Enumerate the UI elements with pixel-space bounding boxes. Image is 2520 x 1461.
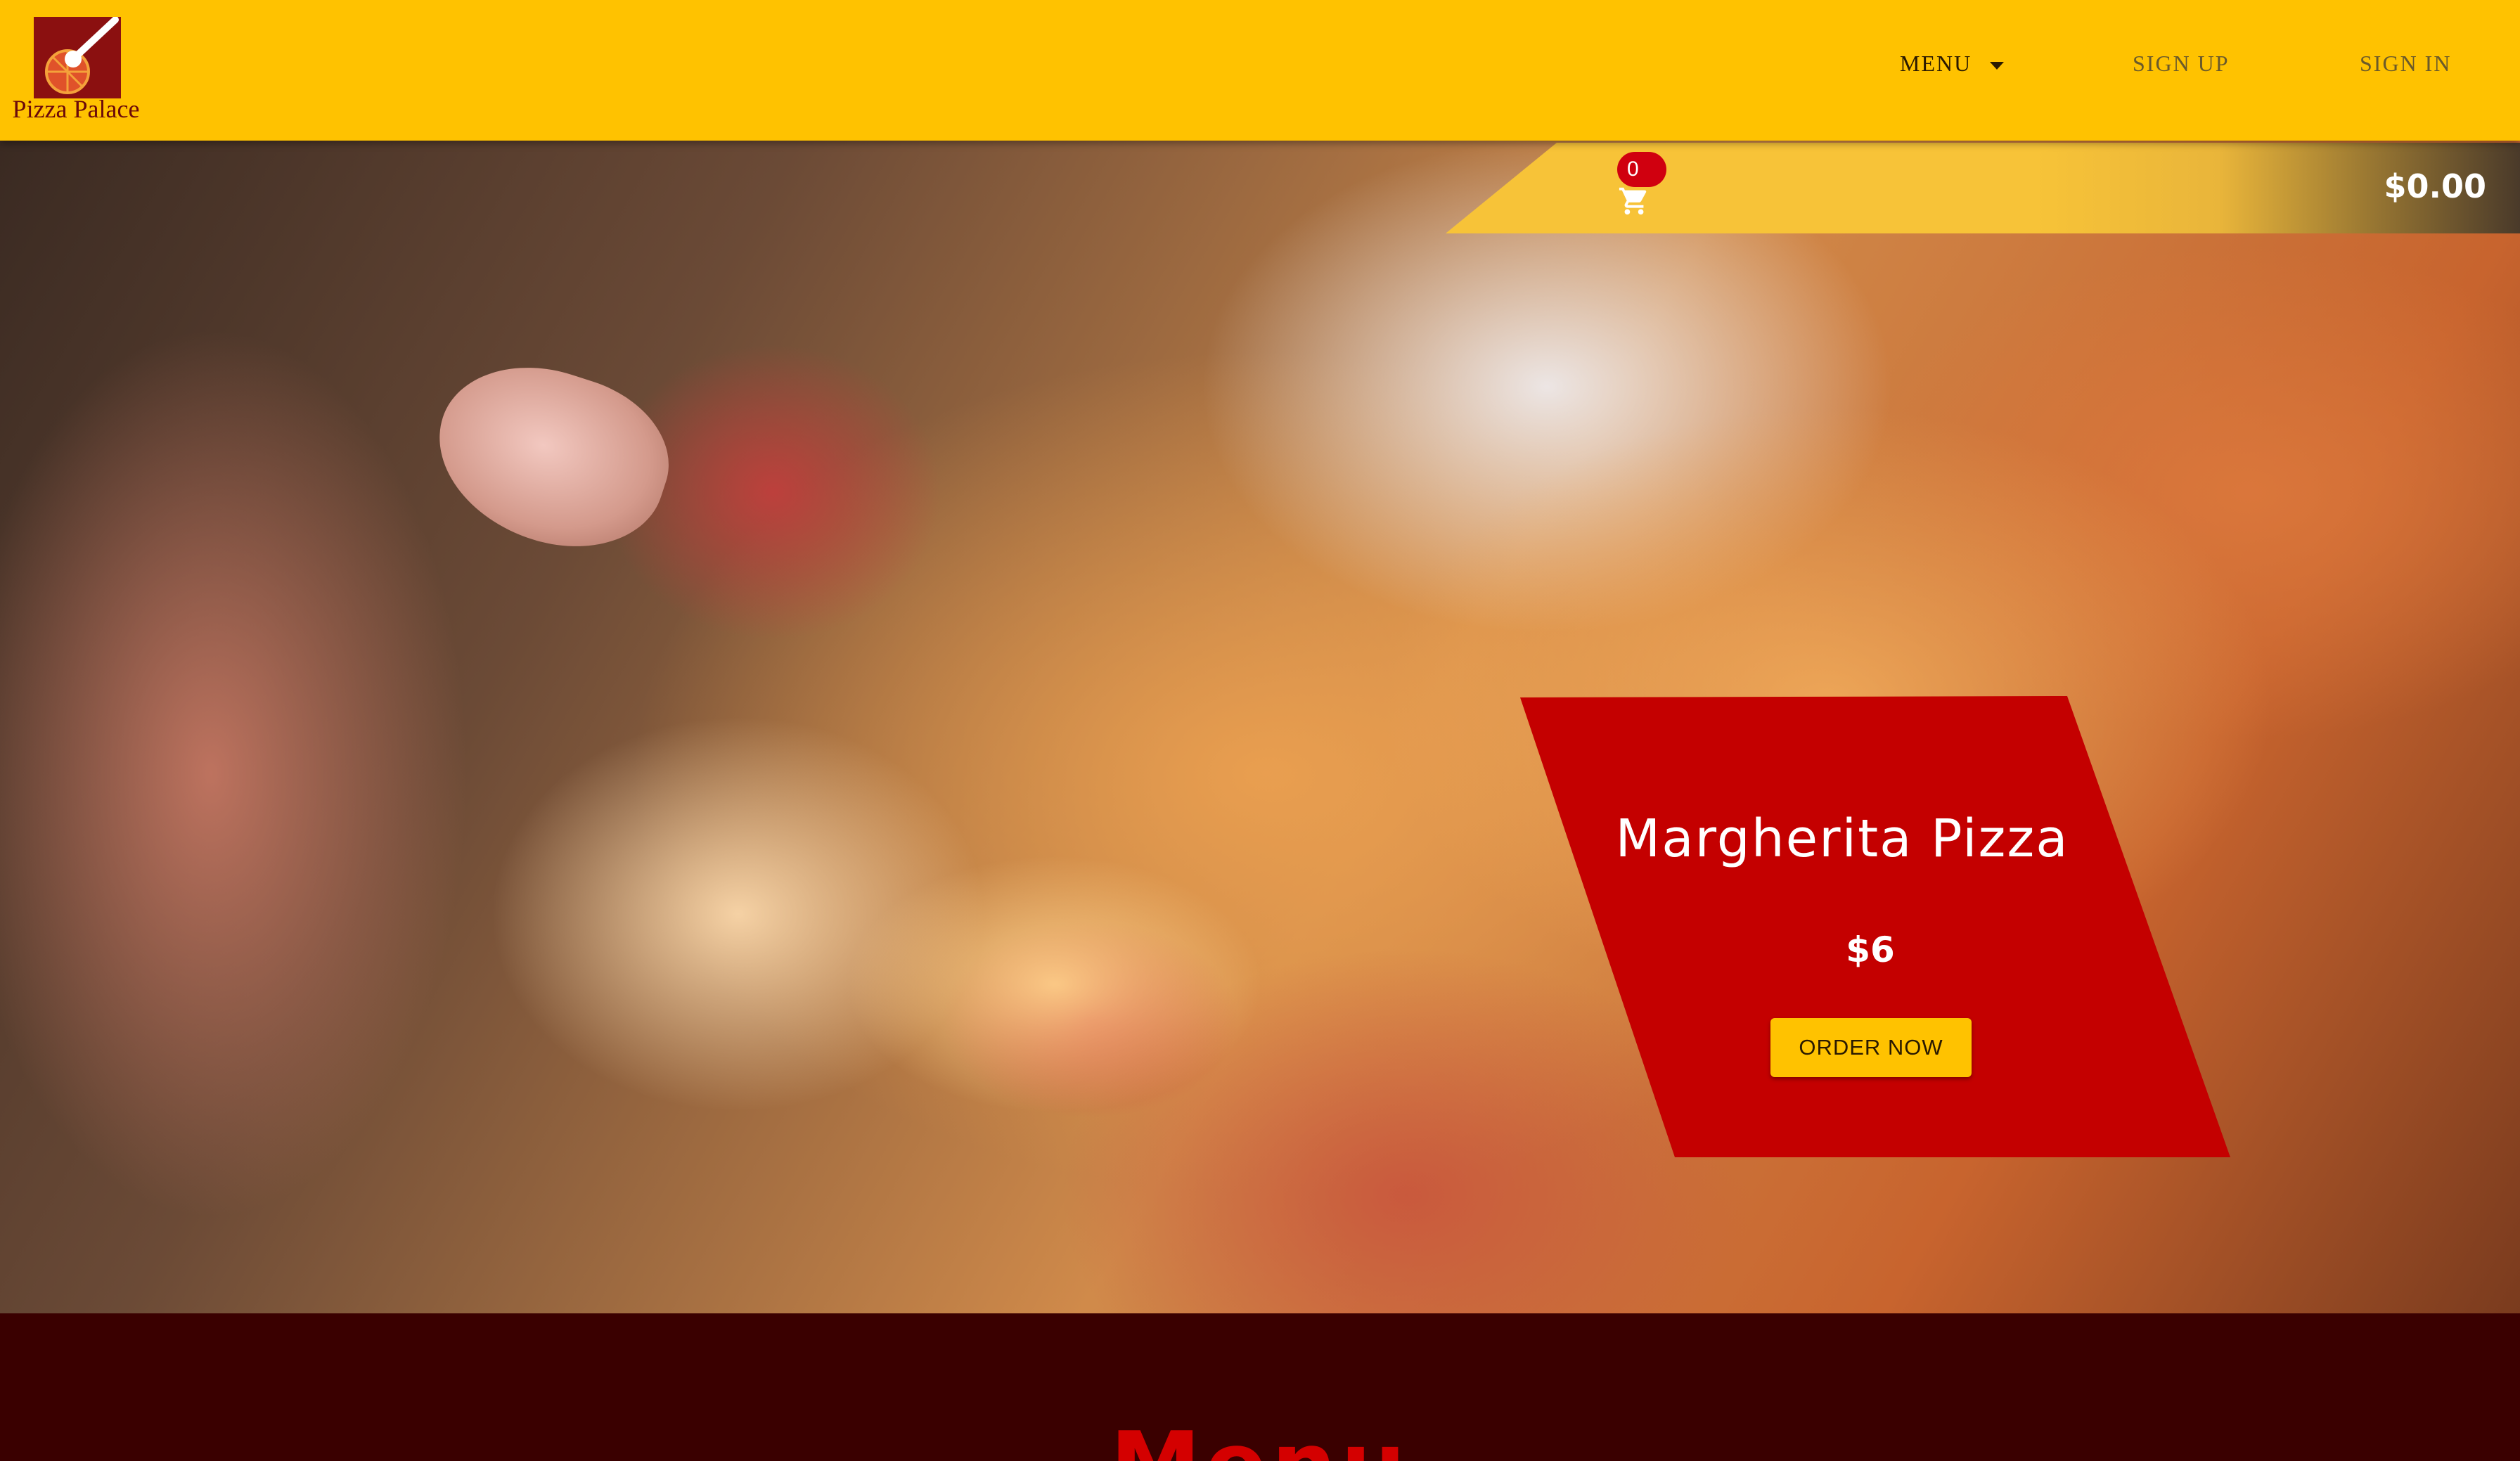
- cart-count-badge: 0: [1617, 152, 1666, 187]
- menu-heading: Menu: [0, 1412, 2520, 1461]
- nav-menu-dropdown[interactable]: MENU: [1900, 51, 2005, 77]
- nav-signup-label: SIGN UP: [2133, 51, 2230, 76]
- promo-price: $6: [1846, 929, 1895, 970]
- nav-menu-label: MENU: [1900, 51, 1972, 76]
- caret-down-icon: [1990, 62, 2005, 70]
- brand-logo[interactable]: Pizza Palace: [7, 11, 145, 129]
- cart-count: 0: [1627, 157, 1639, 181]
- cart-total: $0.00: [2384, 167, 2486, 205]
- hero-thumb-decoration: [415, 340, 689, 574]
- top-navbar: Pizza Palace MENU SIGN UP SIGN IN: [0, 0, 2520, 141]
- pizza-cutter-icon: [34, 17, 121, 98]
- nav-signin-link[interactable]: SIGN IN: [2360, 51, 2451, 77]
- brand-name: Pizza Palace: [12, 95, 140, 123]
- menu-section: Menu: [0, 1313, 2520, 1461]
- shopping-cart-icon[interactable]: [1616, 185, 1652, 221]
- cart-bar: [1446, 143, 2520, 233]
- nav-signin-label: SIGN IN: [2360, 51, 2452, 76]
- nav-signup-link[interactable]: SIGN UP: [2133, 51, 2230, 77]
- order-now-button[interactable]: ORDER NOW: [1770, 1018, 1972, 1077]
- promo-title: Margherita Pizza: [1615, 809, 2069, 869]
